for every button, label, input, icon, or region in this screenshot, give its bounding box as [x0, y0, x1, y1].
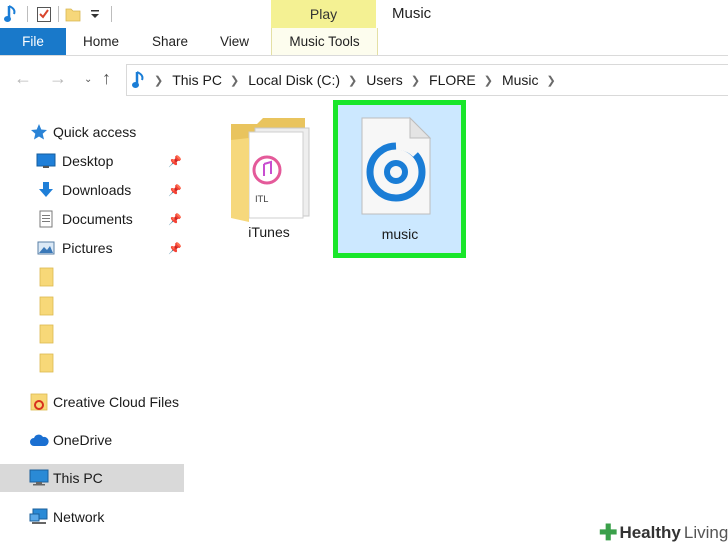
nav-onedrive[interactable]: OneDrive [0, 426, 184, 454]
breadcrumb-music[interactable]: Music [502, 72, 539, 88]
toolbar-divider [27, 6, 28, 22]
music-note-icon [2, 4, 20, 24]
creative-cloud-folder-icon [29, 392, 49, 412]
document-icon [36, 209, 56, 229]
watermark-light: Living [683, 522, 728, 542]
nav-label: Network [53, 509, 105, 525]
cloud-icon [29, 430, 49, 450]
breadcrumb-this-pc[interactable]: This PC [172, 72, 222, 88]
tab-share[interactable]: Share [152, 28, 188, 55]
up-arrow-icon[interactable]: ↑ [102, 68, 111, 89]
tab-home[interactable]: Home [83, 28, 119, 55]
toolbar-divider [111, 6, 112, 22]
pin-icon[interactable]: 📌 [168, 184, 182, 197]
folder-icon [36, 324, 56, 344]
tab-music-tools[interactable]: Music Tools [271, 28, 378, 55]
file-item-music[interactable]: music [333, 100, 466, 258]
nav-folder[interactable] [0, 292, 184, 320]
star-icon [29, 122, 49, 142]
chevron-right-icon[interactable]: ❯ [547, 74, 556, 87]
play-contextual-tab[interactable]: Play [271, 0, 376, 28]
folder-icon [36, 296, 56, 316]
window-title: Music [392, 5, 432, 22]
nav-desktop[interactable]: Desktop 📌 [0, 147, 184, 175]
new-folder-icon[interactable] [64, 4, 82, 24]
desktop-icon [36, 151, 56, 171]
ribbon-tabs: File Home Share View Music Tools [0, 28, 728, 56]
chevron-right-icon[interactable]: ❯ [484, 74, 493, 87]
tab-view[interactable]: View [220, 28, 249, 55]
music-library-icon [132, 70, 146, 90]
customize-toolbar-icon[interactable] [86, 4, 104, 24]
nav-label: Quick access [53, 124, 137, 140]
nav-label: OneDrive [53, 432, 113, 448]
nav-pictures[interactable]: Pictures 📌 [0, 234, 184, 262]
nav-documents[interactable]: Documents 📌 [0, 205, 184, 233]
forward-arrow-icon[interactable]: → [49, 68, 67, 89]
nav-creative-cloud-files[interactable]: Creative Cloud Files [0, 388, 184, 416]
breadcrumb-local-disk[interactable]: Local Disk (C:) [248, 72, 340, 88]
file-list: ITL iTunes music [186, 100, 728, 546]
chevron-right-icon[interactable]: ❯ [230, 74, 239, 87]
nav-label: Pictures [62, 240, 113, 256]
nav-network[interactable]: Network [0, 503, 184, 531]
title-bar: Play Music [0, 0, 728, 28]
healthy-living-watermark: ✚ Healthy Living [595, 519, 728, 546]
nav-folder[interactable] [0, 263, 184, 291]
recent-locations-chevron-icon[interactable]: ⌄ [84, 74, 92, 85]
file-item-itunes[interactable]: ITL iTunes [209, 100, 329, 250]
breadcrumb-user-folder[interactable]: FLORE [429, 72, 476, 88]
pin-icon[interactable]: 📌 [168, 155, 182, 168]
nav-label: Creative Cloud Files [53, 394, 180, 410]
address-bar[interactable]: ❯ This PC ❯ Local Disk (C:) ❯ Users ❯ FL… [126, 64, 728, 96]
back-arrow-icon[interactable]: ← [14, 68, 32, 89]
pin-icon[interactable]: 📌 [168, 242, 182, 255]
nav-label: This PC [53, 470, 103, 486]
file-name: music [381, 226, 419, 242]
pin-icon[interactable]: 📌 [168, 213, 182, 226]
quick-access-toolbar [0, 0, 119, 28]
pictures-icon [36, 238, 56, 258]
chevron-right-icon[interactable]: ❯ [411, 74, 420, 87]
file-name: iTunes [248, 224, 290, 240]
nav-this-pc[interactable]: This PC [0, 464, 184, 492]
chevron-right-icon[interactable]: ❯ [348, 74, 357, 87]
network-icon [29, 507, 49, 527]
chevron-right-icon[interactable]: ❯ [154, 74, 163, 87]
folder-icon [36, 353, 56, 373]
groove-music-icon [361, 116, 432, 215]
properties-icon[interactable] [35, 4, 53, 24]
plus-logo-icon: ✚ [599, 519, 618, 545]
nav-quick-access[interactable]: Quick access [0, 118, 184, 146]
nav-label: Desktop [62, 153, 114, 169]
folder-icon [36, 267, 56, 287]
itunes-folder-icon: ITL [231, 118, 310, 222]
nav-label: Downloads [62, 182, 132, 198]
navigation-bar: ← → ⌄ ↑ ❯ This PC ❯ Local Disk (C:) ❯ Us… [0, 56, 728, 100]
download-arrow-icon [36, 180, 56, 200]
nav-folder[interactable] [0, 320, 184, 348]
nav-folder[interactable] [0, 349, 184, 377]
svg-text:ITL: ITL [255, 195, 268, 205]
tab-file[interactable]: File [0, 28, 66, 55]
computer-icon [29, 468, 49, 488]
navigation-pane: Quick access Desktop 📌 Downloads 📌 Docum… [0, 100, 186, 546]
breadcrumb-users[interactable]: Users [366, 72, 403, 88]
nav-label: Documents [62, 211, 133, 227]
watermark-bold: Healthy [619, 522, 681, 542]
toolbar-divider [58, 6, 59, 22]
nav-downloads[interactable]: Downloads 📌 [0, 176, 184, 204]
